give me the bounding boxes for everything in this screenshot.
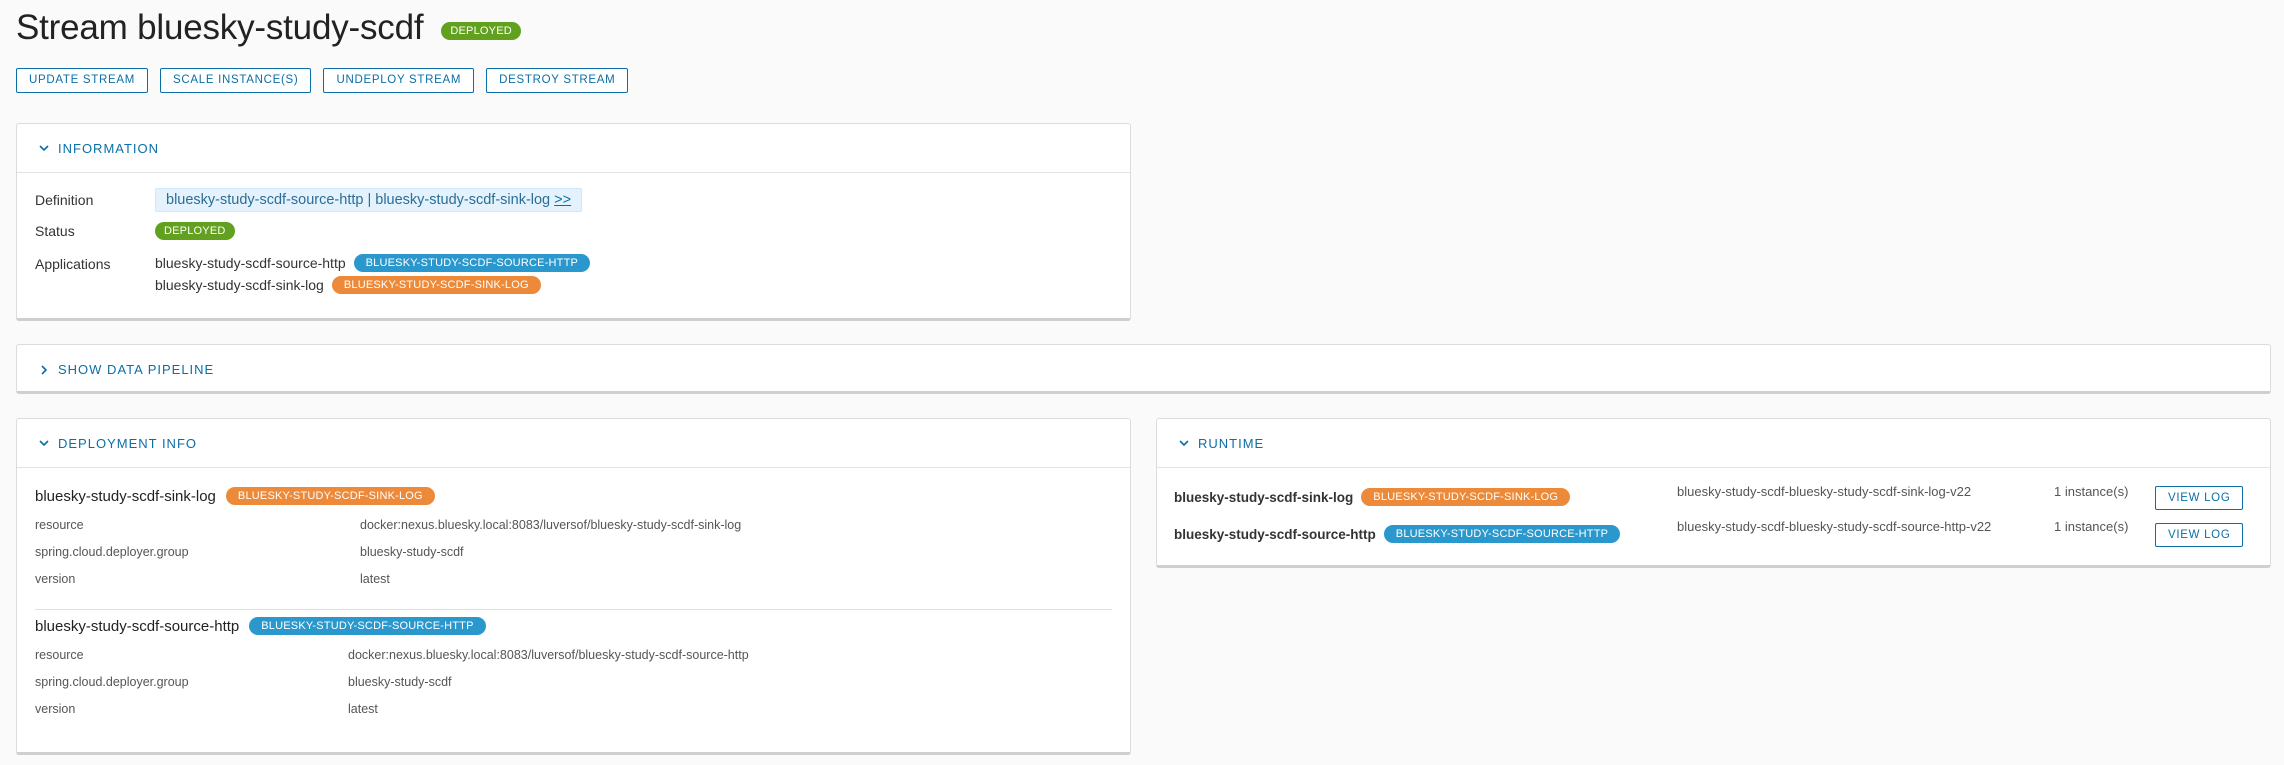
application-name: bluesky-study-scdf-sink-log [155, 277, 324, 293]
stream-status-badge: DEPLOYED [441, 22, 521, 40]
scale-instances-button[interactable]: SCALE INSTANCE(S) [160, 68, 312, 93]
runtime-row: bluesky-study-scdf-source-http BLUESKY-S… [1174, 519, 2250, 549]
property-key: spring.cloud.deployer.group [35, 675, 189, 689]
definition-row: Definition bluesky-study-scdf-source-htt… [35, 188, 583, 212]
property-value: docker:nexus.bluesky.local:8083/luversof… [360, 518, 742, 532]
deployment-block: bluesky-study-scdf-source-http BLUESKY-S… [35, 617, 1112, 727]
chevron-right-icon [38, 364, 50, 376]
runtime-header[interactable]: RUNTIME [1157, 419, 2270, 468]
data-pipeline-title: SHOW DATA PIPELINE [58, 362, 215, 377]
information-card: INFORMATION Definition bluesky-study-scd… [16, 123, 1131, 321]
runtime-row: bluesky-study-scdf-sink-log BLUESKY-STUD… [1174, 482, 2250, 512]
deployment-block: bluesky-study-scdf-sink-log BLUESKY-STUD… [35, 487, 1112, 597]
chevron-down-icon [1178, 437, 1190, 449]
runtime-app-name: bluesky-study-scdf-source-http [1174, 526, 1376, 542]
definition-label: Definition [35, 192, 94, 208]
status-row: Status DEPLOYED [35, 222, 235, 240]
runtime-instance-count: 1 instance(s) [2054, 484, 2129, 499]
deployment-app-badge: BLUESKY-STUDY-SCDF-SOURCE-HTTP [249, 617, 486, 635]
data-pipeline-header[interactable]: SHOW DATA PIPELINE [17, 345, 2270, 394]
application-badge: BLUESKY-STUDY-SCDF-SINK-LOG [331, 276, 541, 294]
application-item: bluesky-study-scdf-source-http BLUESKY-S… [155, 254, 591, 272]
runtime-app-name: bluesky-study-scdf-sink-log [1174, 489, 1354, 505]
deployment-app-name: bluesky-study-scdf-source-http [35, 617, 240, 635]
applications-row: Applications bluesky-study-scdf-source-h… [35, 254, 591, 294]
deployment-info-card: DEPLOYMENT INFO bluesky-study-scdf-sink-… [16, 418, 1131, 755]
property-value: bluesky-study-scdf [360, 545, 464, 559]
deployment-block-title: bluesky-study-scdf-source-http BLUESKY-S… [35, 617, 1112, 635]
chevron-down-icon [38, 437, 50, 449]
runtime-title: RUNTIME [1198, 435, 1265, 451]
property-value: docker:nexus.bluesky.local:8083/luversof… [348, 648, 749, 662]
property-key: resource [35, 648, 84, 662]
property-key: spring.cloud.deployer.group [35, 545, 189, 559]
applications-label: Applications [35, 256, 111, 272]
view-log-button[interactable]: VIEW LOG [2155, 523, 2244, 547]
deployment-app-badge: BLUESKY-STUDY-SCDF-SINK-LOG [225, 487, 435, 505]
runtime-app-badge: BLUESKY-STUDY-SCDF-SOURCE-HTTP [1383, 525, 1621, 543]
page-header: Stream bluesky-study-scdf DEPLOYED [16, 8, 521, 48]
data-pipeline-card: SHOW DATA PIPELINE [16, 344, 2271, 394]
chevron-down-icon [38, 142, 50, 154]
property-value: latest [360, 572, 390, 586]
property-key: version [35, 572, 76, 586]
definition-value: bluesky-study-scdf-source-http | bluesky… [155, 188, 583, 212]
property-key: version [35, 702, 76, 716]
runtime-deployment-id: bluesky-study-scdf-bluesky-study-scdf-so… [1677, 519, 1992, 534]
deployment-divider [35, 609, 1112, 610]
information-title: INFORMATION [58, 140, 160, 156]
update-stream-button[interactable]: UPDATE STREAM [16, 68, 149, 93]
undeploy-stream-button[interactable]: UNDEPLOY STREAM [323, 68, 475, 93]
property-value: bluesky-study-scdf [348, 675, 452, 689]
definition-expand-link[interactable]: >> [554, 192, 571, 208]
runtime-app-badge: BLUESKY-STUDY-SCDF-SINK-LOG [1361, 488, 1571, 506]
status-badge: DEPLOYED [155, 222, 235, 240]
application-item: bluesky-study-scdf-sink-log BLUESKY-STUD… [155, 276, 590, 294]
page-title: Stream bluesky-study-scdf [16, 8, 424, 47]
deployment-app-name: bluesky-study-scdf-sink-log [35, 487, 216, 505]
runtime-deployment-id: bluesky-study-scdf-bluesky-study-scdf-si… [1677, 484, 1972, 499]
property-key: resource [35, 518, 84, 532]
applications-list: bluesky-study-scdf-source-http BLUESKY-S… [155, 254, 591, 294]
destroy-stream-button[interactable]: DESTROY STREAM [486, 68, 629, 93]
deployment-info-title: DEPLOYMENT INFO [58, 435, 198, 451]
view-log-button[interactable]: VIEW LOG [2155, 486, 2244, 510]
status-label: Status [35, 223, 75, 239]
deployment-info-header[interactable]: DEPLOYMENT INFO [17, 419, 1130, 468]
runtime-instance-count: 1 instance(s) [2054, 519, 2129, 534]
application-name: bluesky-study-scdf-source-http [155, 255, 346, 271]
application-badge: BLUESKY-STUDY-SCDF-SOURCE-HTTP [353, 254, 591, 272]
definition-text: bluesky-study-scdf-source-http | bluesky… [166, 192, 551, 208]
stream-actions: UPDATE STREAM SCALE INSTANCE(S) UNDEPLOY… [16, 68, 629, 93]
property-value: latest [348, 702, 378, 716]
runtime-card: RUNTIME bluesky-study-scdf-sink-log BLUE… [1156, 418, 2271, 568]
information-header[interactable]: INFORMATION [17, 124, 1130, 173]
deployment-block-title: bluesky-study-scdf-sink-log BLUESKY-STUD… [35, 487, 1112, 505]
